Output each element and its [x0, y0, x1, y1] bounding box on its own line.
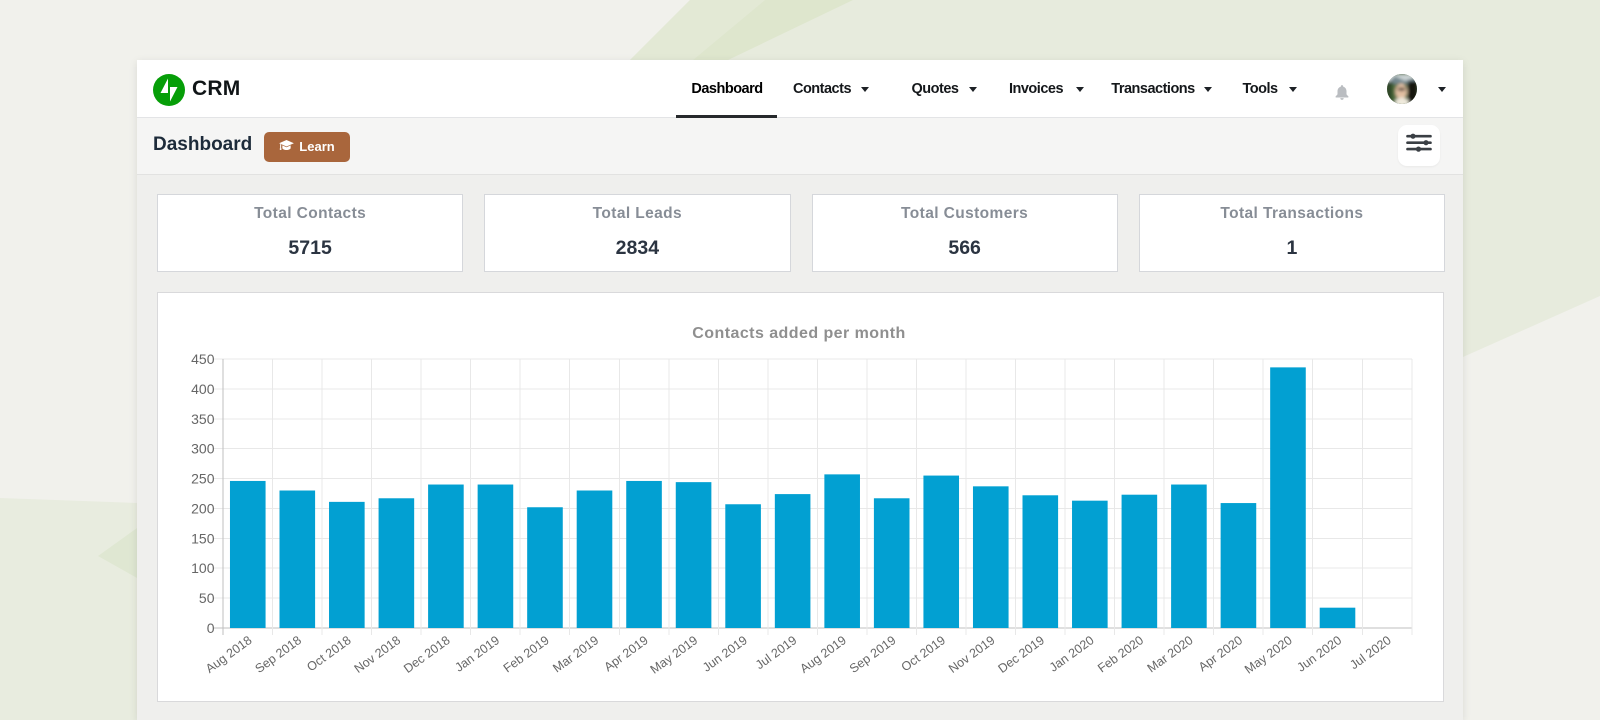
svg-text:Jun 2019: Jun 2019: [700, 633, 750, 675]
svg-text:Apr 2019: Apr 2019: [602, 633, 651, 674]
svg-text:50: 50: [199, 590, 215, 606]
svg-text:Oct 2019: Oct 2019: [899, 633, 948, 674]
svg-text:Aug 2018: Aug 2018: [203, 633, 255, 676]
svg-text:300: 300: [191, 441, 215, 457]
svg-text:Jul 2020: Jul 2020: [1347, 633, 1394, 672]
svg-text:200: 200: [191, 500, 215, 516]
svg-text:Contacts added per month: Contacts added per month: [692, 325, 905, 342]
svg-text:Jan 2019: Jan 2019: [452, 633, 502, 675]
svg-text:Nov 2019: Nov 2019: [946, 633, 998, 676]
svg-text:250: 250: [191, 471, 215, 487]
svg-text:Apr 2020: Apr 2020: [1196, 633, 1245, 674]
svg-text:Jan 2020: Jan 2020: [1047, 633, 1097, 675]
svg-text:Sep 2019: Sep 2019: [847, 633, 899, 676]
svg-text:350: 350: [191, 411, 215, 427]
svg-text:0: 0: [207, 620, 215, 636]
svg-text:Jun 2020: Jun 2020: [1294, 633, 1344, 675]
svg-text:Mar 2019: Mar 2019: [550, 633, 601, 675]
svg-text:Aug 2019: Aug 2019: [797, 633, 849, 676]
svg-text:100: 100: [191, 560, 215, 576]
svg-text:Nov 2018: Nov 2018: [352, 633, 404, 676]
svg-text:Oct 2018: Oct 2018: [304, 633, 353, 674]
svg-text:Sep 2018: Sep 2018: [253, 633, 305, 676]
svg-text:Dec 2018: Dec 2018: [401, 633, 453, 676]
svg-text:Mar 2020: Mar 2020: [1145, 633, 1196, 675]
svg-text:May 2019: May 2019: [648, 633, 701, 677]
svg-text:450: 450: [191, 351, 215, 367]
svg-text:Feb 2019: Feb 2019: [501, 633, 552, 675]
svg-text:May 2020: May 2020: [1242, 633, 1295, 677]
svg-text:Dec 2019: Dec 2019: [996, 633, 1048, 676]
svg-text:Jul 2019: Jul 2019: [753, 633, 800, 672]
svg-text:400: 400: [191, 381, 215, 397]
svg-text:Feb 2020: Feb 2020: [1095, 633, 1146, 675]
svg-text:150: 150: [191, 530, 215, 546]
